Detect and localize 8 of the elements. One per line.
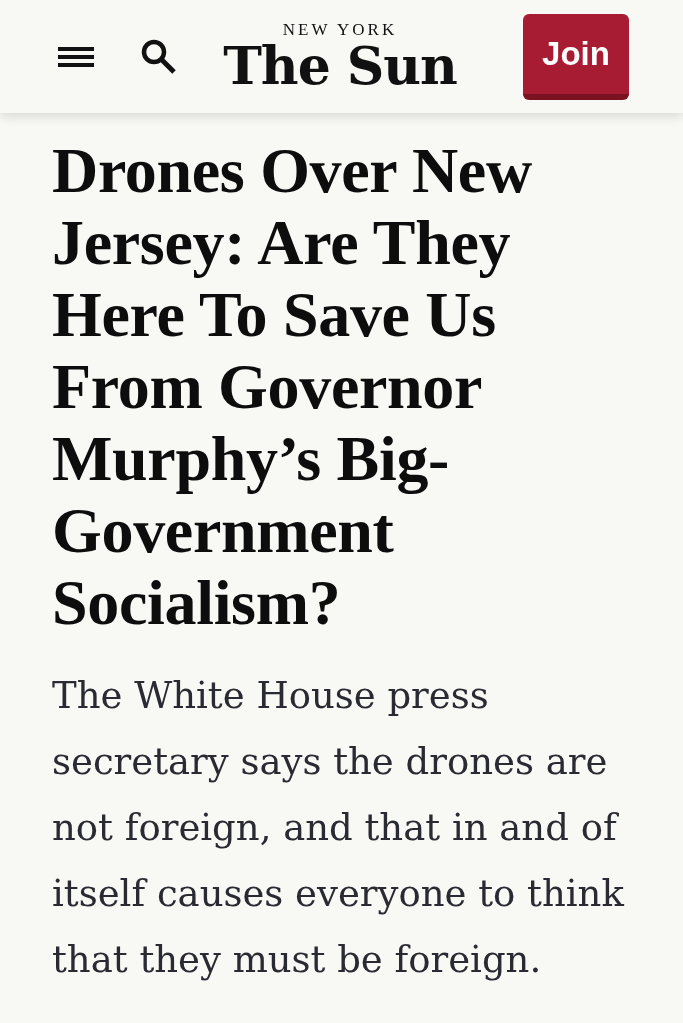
join-button[interactable]: Join xyxy=(523,13,629,100)
search-icon xyxy=(140,39,176,74)
article-headline: Drones Over New Jersey: Are They Here To Save Us From Governor Murphy’s Big-Government Socialism? xyxy=(52,135,533,639)
menu-icon xyxy=(58,46,94,67)
article-summary: The White House press secretary says the drones are not foreign, and that in and of itself causes everyone to think that they must be foreign. xyxy=(52,673,626,983)
site-logo[interactable]: NEW YORK The Sun xyxy=(212,21,468,92)
logo-wordmark: The Sun xyxy=(223,40,457,92)
logo-overline: NEW YORK xyxy=(282,21,398,38)
